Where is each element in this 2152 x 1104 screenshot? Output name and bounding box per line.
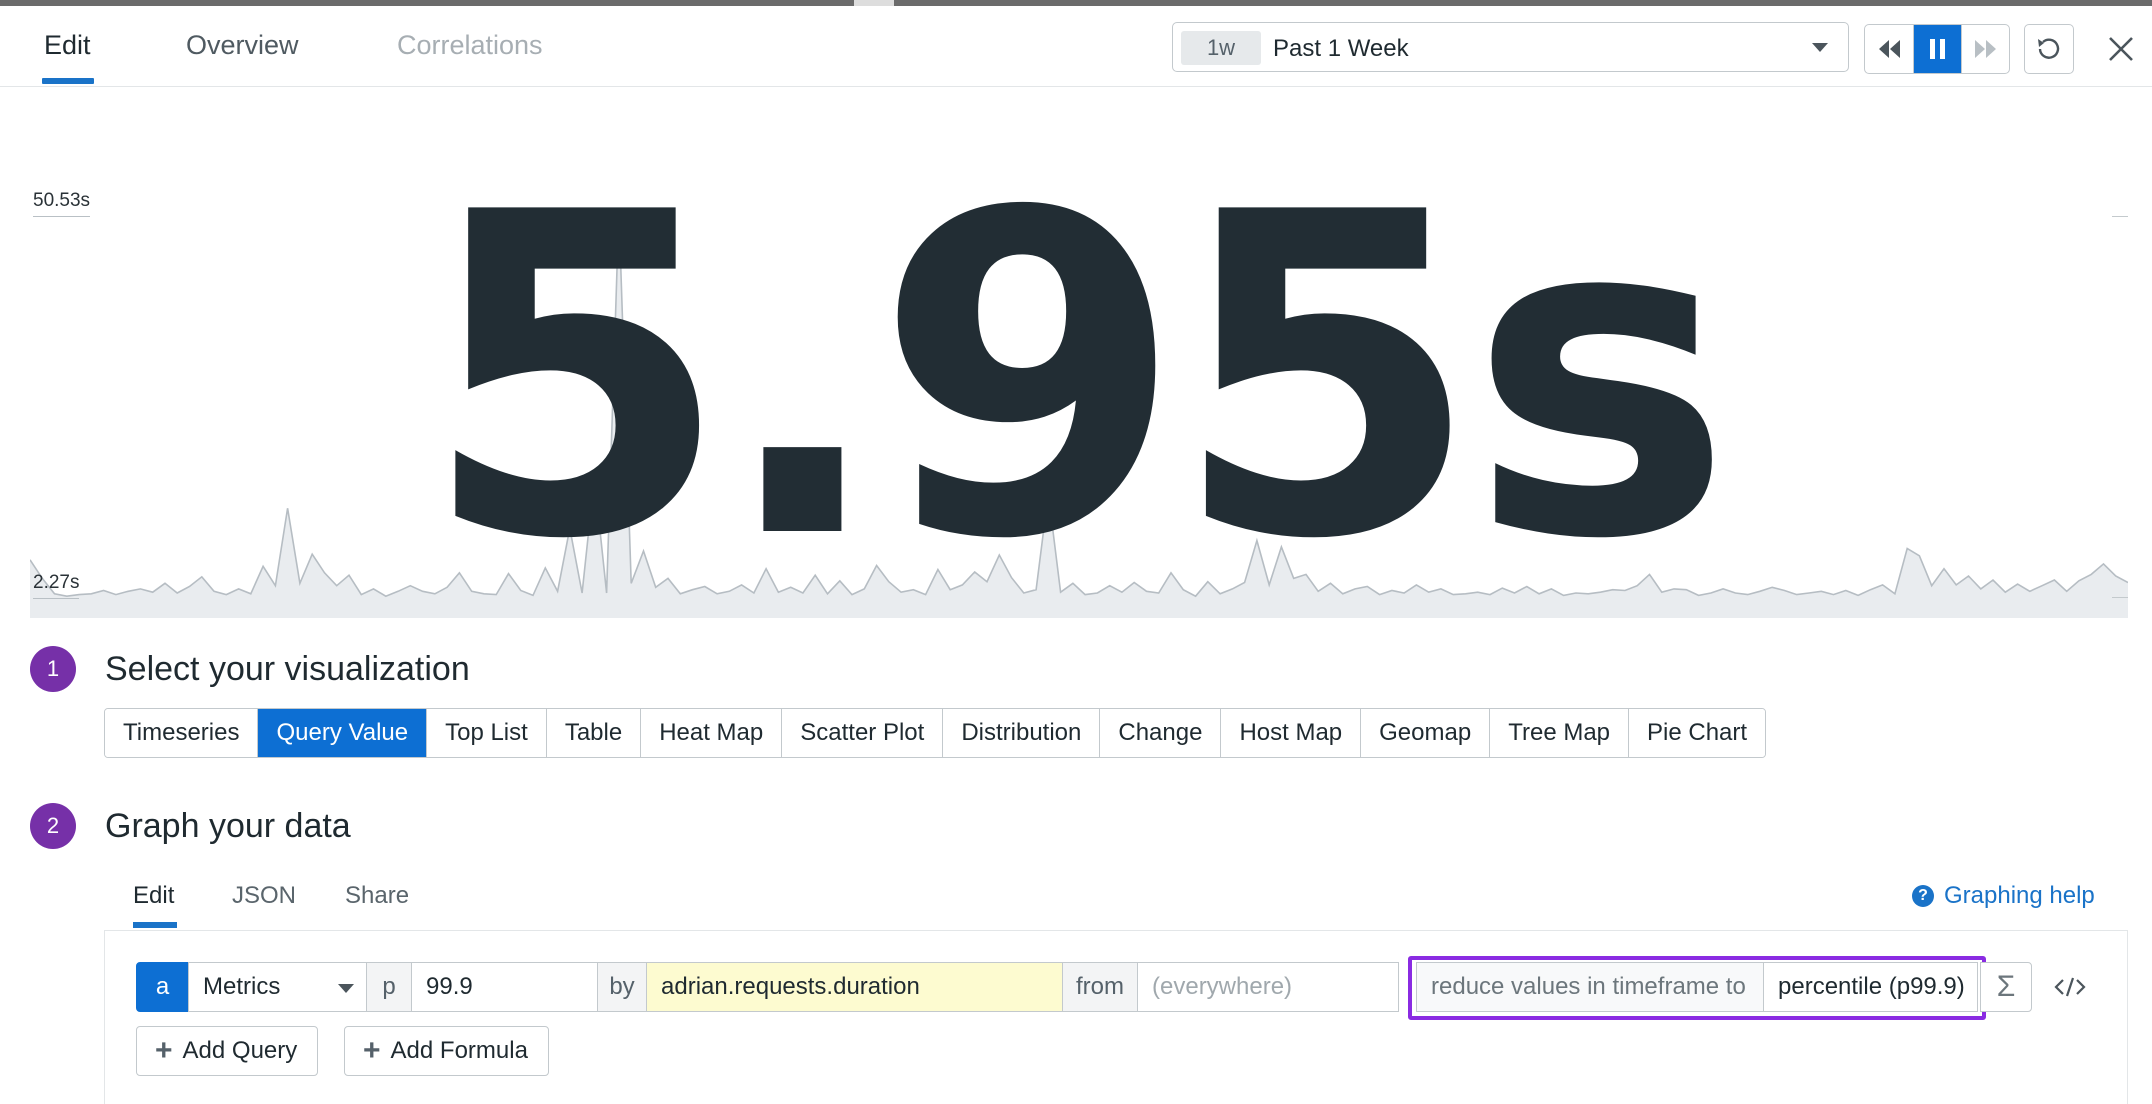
step-2-title: Graph your data <box>105 807 351 845</box>
viz-option-top-list[interactable]: Top List <box>426 709 546 757</box>
pause-button[interactable] <box>1913 25 1961 73</box>
add-formula-label: Add Formula <box>390 1037 528 1064</box>
tab-edit-underline <box>42 78 94 84</box>
reduce-function-select[interactable]: percentile (p99.9) <box>1763 962 1978 1012</box>
viz-option-host-map[interactable]: Host Map <box>1220 709 1361 757</box>
viz-option-pie-chart[interactable]: Pie Chart <box>1628 709 1766 757</box>
visualization-selector: Timeseries Query Value Top List Table He… <box>104 708 1767 758</box>
step-2-badge: 2 <box>30 803 76 849</box>
tab-query-share[interactable]: Share <box>345 882 409 910</box>
step-1-title: Select your visualization <box>105 650 470 688</box>
tab-query-json[interactable]: JSON <box>232 882 296 910</box>
graphing-help-link[interactable]: ? Graphing help <box>1912 882 2095 910</box>
from-label: from <box>1062 962 1138 1012</box>
reset-button[interactable] <box>2024 24 2074 74</box>
tab-overview[interactable]: Overview <box>186 30 299 61</box>
tab-query-edit[interactable]: Edit <box>133 882 174 910</box>
step-1-badge: 1 <box>30 646 76 692</box>
help-icon: ? <box>1912 885 1934 907</box>
by-label: by <box>597 962 647 1012</box>
data-source-value: Metrics <box>203 973 281 1000</box>
time-range-selector[interactable]: 1w Past 1 Week <box>1172 22 1849 72</box>
metric-name-input[interactable]: adrian.requests.duration <box>646 962 1063 1012</box>
chevron-down-icon <box>338 984 354 993</box>
viz-option-heat-map[interactable]: Heat Map <box>640 709 782 757</box>
tab-query-edit-underline <box>133 922 177 928</box>
percentile-input[interactable]: 99.9 <box>411 962 598 1012</box>
query-letter-badge[interactable]: a <box>136 962 189 1012</box>
editor-header: Edit Overview Correlations 1w Past 1 Wee… <box>0 6 2152 87</box>
graphing-help-label: Graphing help <box>1944 882 2095 909</box>
chevron-down-icon <box>1812 43 1828 52</box>
viz-option-change[interactable]: Change <box>1099 709 1221 757</box>
tab-correlations[interactable]: Correlations <box>397 30 543 61</box>
reset-icon <box>2038 38 2060 59</box>
time-range-badge: 1w <box>1181 31 1261 65</box>
viz-option-timeseries[interactable]: Timeseries <box>105 709 258 757</box>
viz-option-distribution[interactable]: Distribution <box>942 709 1100 757</box>
add-query-button[interactable]: + Add Query <box>136 1026 319 1076</box>
plus-icon: + <box>155 1034 173 1067</box>
tab-edit[interactable]: Edit <box>44 30 91 61</box>
viz-option-geomap[interactable]: Geomap <box>1360 709 1490 757</box>
viz-option-tree-map[interactable]: Tree Map <box>1489 709 1629 757</box>
reduce-label: reduce values in timeframe to <box>1416 962 1764 1012</box>
rewind-icon <box>1879 40 1900 58</box>
add-query-label: Add Query <box>182 1037 298 1064</box>
rewind-button[interactable] <box>1865 25 1913 73</box>
aggregator-prefix: p <box>366 962 412 1012</box>
time-range-label: Past 1 Week <box>1273 35 1409 62</box>
viz-option-scatter-plot[interactable]: Scatter Plot <box>781 709 943 757</box>
code-icon <box>2054 977 2086 997</box>
add-formula-button[interactable]: + Add Formula <box>344 1026 549 1076</box>
plus-icon: + <box>363 1034 381 1067</box>
code-toggle-button[interactable] <box>2052 970 2088 1004</box>
viz-option-query-value[interactable]: Query Value <box>257 709 427 757</box>
scope-input[interactable]: (everywhere) <box>1137 962 1399 1012</box>
fast-forward-icon <box>1974 40 1996 58</box>
viz-option-table[interactable]: Table <box>545 709 641 757</box>
pause-icon <box>1929 39 1945 59</box>
query-value-display: 5.95s <box>421 119 1733 636</box>
close-button[interactable] <box>2104 32 2138 66</box>
function-sigma-button[interactable]: Σ <box>1980 962 2032 1012</box>
fast-forward-button[interactable] <box>1961 25 2009 73</box>
close-icon <box>2109 37 2133 61</box>
data-source-select[interactable]: Metrics <box>188 962 367 1012</box>
playback-controls <box>1864 24 2010 74</box>
